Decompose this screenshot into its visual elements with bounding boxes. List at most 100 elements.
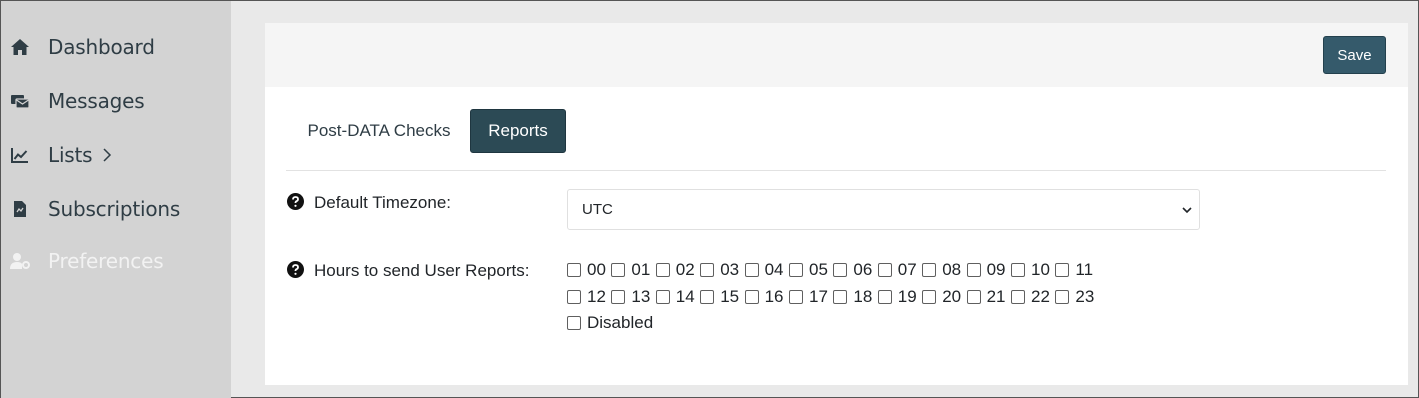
sidebar-item-subscriptions[interactable]: Subscriptions <box>1 191 231 227</box>
hour-label: 03 <box>720 260 740 279</box>
hour-label: 06 <box>853 260 873 279</box>
hour-label: 04 <box>764 260 784 279</box>
hour-label: 00 <box>587 260 606 279</box>
hour-checkbox-03[interactable]: 03 <box>700 260 739 280</box>
checkbox[interactable] <box>877 290 892 304</box>
hour-label: 05 <box>809 260 828 279</box>
hour-label: 08 <box>942 260 962 279</box>
hour-checkbox-02[interactable]: 02 <box>655 260 695 280</box>
checkbox[interactable] <box>966 290 981 304</box>
settings-panel: Save Post-DATA Checks Reports Default Ti… <box>265 23 1408 385</box>
checkbox[interactable] <box>1055 290 1070 304</box>
timezone-value: UTC <box>582 201 613 218</box>
hour-label: 23 <box>1075 287 1095 306</box>
hour-checkbox-23[interactable]: 23 <box>1055 287 1094 307</box>
hour-checkbox-05[interactable]: 05 <box>789 260 828 280</box>
hour-label: 19 <box>897 287 917 306</box>
checkbox[interactable] <box>833 290 848 304</box>
checkbox[interactable] <box>877 263 892 277</box>
checkbox[interactable] <box>567 263 581 277</box>
checkbox[interactable] <box>611 290 626 304</box>
hour-label: 02 <box>675 260 695 279</box>
hour-checkbox-18[interactable]: 18 <box>833 287 872 307</box>
checkbox[interactable] <box>700 263 715 277</box>
hour-checkbox-08[interactable]: 08 <box>922 260 961 280</box>
hour-checkbox-21[interactable]: 21 <box>966 287 1006 307</box>
hour-label: 17 <box>809 287 828 306</box>
checkbox[interactable] <box>655 290 670 304</box>
checkbox[interactable] <box>789 290 803 304</box>
messages-icon <box>10 92 30 110</box>
sidebar-item-label: Lists <box>48 143 93 167</box>
hours-label: Hours to send User Reports: <box>314 261 530 280</box>
help-icon[interactable] <box>287 193 304 210</box>
hour-checkbox-06[interactable]: 06 <box>833 260 872 280</box>
panel-toolbar: Save <box>265 23 1408 87</box>
checkbox[interactable] <box>655 263 670 277</box>
sidebar-item-preferences[interactable]: Preferences <box>1 243 231 279</box>
checkbox[interactable] <box>1011 290 1025 304</box>
divider <box>286 170 1386 171</box>
hour-label: 22 <box>1031 287 1050 306</box>
disabled-checkbox[interactable]: Disabled <box>567 313 653 333</box>
hour-label: 13 <box>631 287 651 306</box>
hour-checkbox-20[interactable]: 20 <box>922 287 961 307</box>
hour-label: 14 <box>675 287 695 306</box>
hour-checkbox-11[interactable]: 11 <box>1055 260 1093 280</box>
hour-label: 21 <box>986 287 1006 306</box>
sidebar-item-lists[interactable]: Lists <box>1 137 231 173</box>
user-cog-icon <box>10 252 30 270</box>
hour-checkbox-01[interactable]: 01 <box>611 260 650 280</box>
checkbox[interactable] <box>922 263 937 277</box>
checkbox[interactable] <box>1011 263 1025 277</box>
hour-label: 07 <box>897 260 917 279</box>
hour-label: 01 <box>631 260 651 279</box>
checkbox[interactable] <box>922 290 937 304</box>
checkbox[interactable] <box>611 263 626 277</box>
checkbox[interactable] <box>744 290 759 304</box>
hour-checkbox-07[interactable]: 07 <box>877 260 917 280</box>
checkbox[interactable] <box>700 290 715 304</box>
sidebar-item-label: Subscriptions <box>48 197 181 221</box>
hour-checkbox-15[interactable]: 15 <box>700 287 739 307</box>
chevron-down-icon <box>1181 203 1193 220</box>
checkbox[interactable] <box>789 263 803 277</box>
tab-post-data-checks[interactable]: Post-DATA Checks <box>287 109 471 153</box>
hour-checkbox-16[interactable]: 16 <box>744 287 784 307</box>
checkbox[interactable] <box>744 263 759 277</box>
hour-checkbox-14[interactable]: 14 <box>655 287 695 307</box>
checkbox[interactable] <box>833 263 848 277</box>
help-icon[interactable] <box>287 261 304 278</box>
sidebar-item-messages[interactable]: Messages <box>1 83 231 119</box>
hour-label: 15 <box>720 287 740 306</box>
hour-checkbox-22[interactable]: 22 <box>1011 287 1050 307</box>
hour-checkbox-00[interactable]: 00 <box>567 260 606 280</box>
hour-label: 18 <box>853 287 873 306</box>
hour-label: 09 <box>986 260 1006 279</box>
sidebar: Dashboard Messages Lists Subscriptions P… <box>1 1 231 398</box>
hour-checkbox-09[interactable]: 09 <box>966 260 1006 280</box>
hour-label: 20 <box>942 287 962 306</box>
checkbox[interactable] <box>966 263 981 277</box>
chart-line-icon <box>10 146 30 164</box>
checkbox[interactable] <box>567 290 581 304</box>
hour-checkbox-17[interactable]: 17 <box>789 287 828 307</box>
hour-label: 12 <box>587 287 606 306</box>
checkbox[interactable] <box>567 316 581 330</box>
hour-checkbox-04[interactable]: 04 <box>744 260 784 280</box>
disabled-label: Disabled <box>587 313 654 332</box>
hour-label: 16 <box>764 287 784 306</box>
sidebar-item-label: Messages <box>48 89 145 113</box>
hour-checkbox-12[interactable]: 12 <box>567 287 606 307</box>
timezone-select[interactable]: UTC <box>567 189 1200 230</box>
hour-checkbox-10[interactable]: 10 <box>1011 260 1050 280</box>
tab-reports[interactable]: Reports <box>470 109 566 153</box>
home-icon <box>10 38 30 56</box>
hour-label: 10 <box>1031 260 1050 279</box>
hour-checkbox-19[interactable]: 19 <box>877 287 917 307</box>
checkbox[interactable] <box>1055 263 1070 277</box>
hour-label: 11 <box>1075 260 1094 279</box>
save-button[interactable]: Save <box>1323 36 1386 74</box>
hour-checkbox-13[interactable]: 13 <box>611 287 650 307</box>
sidebar-item-dashboard[interactable]: Dashboard <box>1 29 231 65</box>
